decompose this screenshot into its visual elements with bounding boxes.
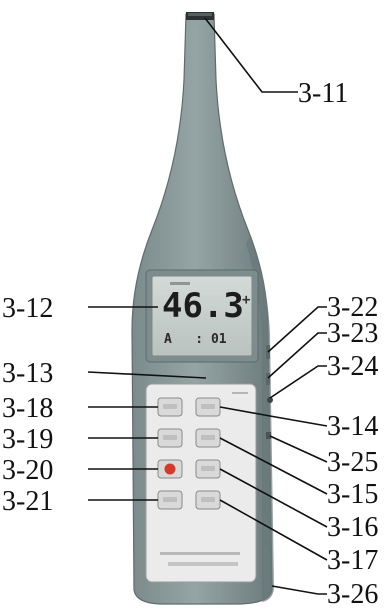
- callout-3-24: 3-24: [327, 351, 378, 382]
- lcd-reading: 46.3: [162, 286, 244, 326]
- key-3-21[interactable]: [157, 490, 183, 510]
- callout-3-23: 3-23: [327, 318, 378, 349]
- key-3-16[interactable]: [195, 459, 221, 479]
- callout-3-21: 3-21: [2, 486, 53, 517]
- callout-3-14: 3-14: [327, 411, 378, 442]
- callout-3-17: 3-17: [327, 545, 378, 576]
- side-switch-3-23[interactable]: [266, 373, 270, 385]
- callout-3-15: 3-15: [327, 479, 378, 510]
- key-3-15[interactable]: [195, 428, 221, 448]
- callout-3-16: 3-16: [327, 512, 378, 543]
- microphone-head: [186, 12, 214, 20]
- callout-3-20: 3-20: [2, 455, 53, 486]
- callout-3-11: 3-11: [298, 78, 348, 109]
- key-3-20-power[interactable]: [157, 459, 183, 479]
- key-3-17[interactable]: [195, 490, 221, 510]
- callout-3-18: 3-18: [2, 393, 53, 424]
- callout-3-26: 3-26: [327, 579, 378, 610]
- lcd-indicator: [170, 282, 190, 285]
- callout-3-13: 3-13: [2, 358, 53, 389]
- key-3-14[interactable]: [195, 397, 221, 417]
- callout-3-25: 3-25: [327, 447, 378, 478]
- key-3-18[interactable]: [157, 397, 183, 417]
- callout-3-12: 3-12: [2, 293, 53, 324]
- callout-3-19: 3-19: [2, 424, 53, 455]
- key-3-19[interactable]: [157, 428, 183, 448]
- sound-level-meter-diagram: 46.3 + A : 01 3-11 3-12 3-13 3-18 3-19 3…: [2, 12, 378, 610]
- lcd-suffix: +: [242, 292, 250, 308]
- lcd-subreading: A : 01: [164, 332, 227, 347]
